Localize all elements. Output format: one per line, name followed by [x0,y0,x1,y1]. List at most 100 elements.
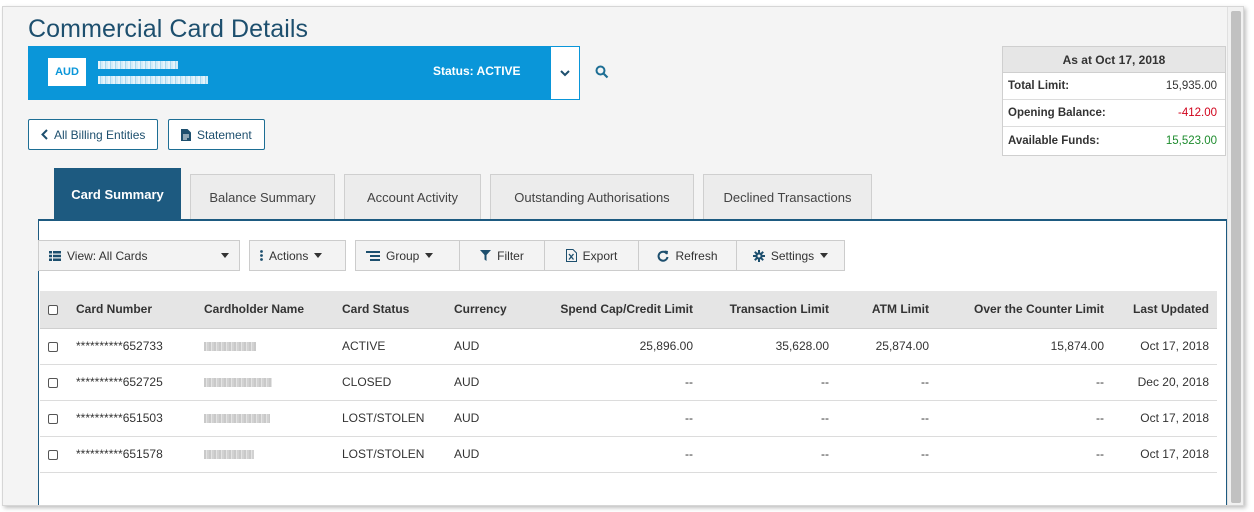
balance-summary-heading: As at Oct 17, 2018 [1003,47,1225,73]
masked-cardholder-name [204,414,270,424]
filter-button[interactable]: Filter [459,240,545,271]
account-status: Status: ACTIVE [433,64,521,78]
total-limit-value: 15,935.00 [1165,80,1217,92]
column-header-spend-cap[interactable]: Spend Cap/Credit Limit [524,291,701,329]
detail-tabs: Card Summary Balance Summary Account Act… [54,168,881,220]
view-select[interactable]: View: All Cards [38,240,240,271]
cardholder-name-cell [196,436,334,472]
card-number-cell: **********651578 [76,447,163,461]
refresh-icon [658,250,669,262]
caret-down-icon [425,253,434,258]
chevron-down-icon [560,69,570,76]
transaction-limit-cell: -- [821,447,829,461]
card-status-cell: ACTIVE [342,339,386,353]
excel-file-icon [565,249,577,262]
group-button[interactable]: Group [355,240,460,271]
card-status-cell: LOST/STOLEN [342,447,425,461]
page-title: Commercial Card Details [28,15,309,43]
filter-icon [480,250,492,261]
caret-down-icon [221,253,229,258]
filter-label: Filter [497,248,524,263]
account-dropdown-toggle[interactable] [550,46,580,100]
group-icon [366,250,380,261]
all-billing-entities-button[interactable]: All Billing Entities [28,119,159,150]
available-funds-row: Available Funds: 15,523.00 [1003,127,1225,154]
select-all-cell [40,291,68,329]
masked-account-number [98,76,208,84]
table-row[interactable]: **********651503 LOST/STOLEN AUD -- -- -… [40,400,1217,436]
document-icon [181,128,191,141]
card-status-cell: CLOSED [342,375,392,389]
row-select-cell [40,400,68,436]
export-button[interactable]: Export [544,240,639,271]
otc-limit-cell: -- [1096,375,1104,389]
tab-card-summary[interactable]: Card Summary [54,168,181,220]
opening-balance-row: Opening Balance: -412.00 [1003,100,1225,127]
row-select-cell [40,436,68,472]
masked-cardholder-name [204,342,256,352]
masked-cardholder-name [204,378,272,388]
table-header-row: Card Number Cardholder Name Card Status … [40,291,1217,329]
cards-table: Card Number Cardholder Name Card Status … [40,291,1217,473]
masked-cardholder-name [204,450,254,460]
card-number-cell: **********651503 [76,411,163,425]
statement-button[interactable]: Statement [168,119,265,150]
column-header-otc-limit[interactable]: Over the Counter Limit [937,291,1112,329]
column-header-card-status[interactable]: Card Status [334,291,446,329]
otc-limit-cell: -- [1096,447,1104,461]
row-checkbox[interactable] [48,413,58,424]
balance-summary-box: As at Oct 17, 2018 Total Limit: 15,935.0… [1002,46,1226,156]
row-checkbox[interactable] [48,449,58,460]
spend-cap-cell: -- [685,447,693,461]
atm-limit-cell: 25,874.00 [875,339,929,353]
last-updated-cell: Oct 17, 2018 [1140,339,1209,353]
row-select-cell [40,364,68,400]
column-header-atm-limit[interactable]: ATM Limit [837,291,937,329]
actions-menu-button[interactable]: Actions [249,240,346,271]
atm-limit-cell: -- [921,375,929,389]
row-checkbox[interactable] [48,341,58,352]
table-row[interactable]: **********651578 LOST/STOLEN AUD -- -- -… [40,436,1217,472]
settings-button[interactable]: Settings [736,240,845,271]
column-header-cardholder-name[interactable]: Cardholder Name [196,291,334,329]
column-header-currency[interactable]: Currency [446,291,524,329]
column-header-transaction-limit[interactable]: Transaction Limit [701,291,837,329]
card-number-cell: **********652725 [76,375,163,389]
atm-limit-cell: -- [921,411,929,425]
row-checkbox[interactable] [48,377,58,388]
total-limit-label: Total Limit: [1008,80,1070,92]
cardholder-name-cell [196,328,334,364]
tab-balance-summary[interactable]: Balance Summary [190,174,335,220]
caret-down-icon [820,253,829,258]
tab-outstanding-authorisations[interactable]: Outstanding Authorisations [490,174,694,220]
table-row[interactable]: **********652725 CLOSED AUD -- -- -- -- … [40,364,1217,400]
currency-cell: AUD [454,375,480,389]
tab-account-activity[interactable]: Account Activity [344,174,481,220]
column-header-card-number[interactable]: Card Number [68,291,196,329]
vertical-ellipsis-icon [260,250,263,261]
currency-cell: AUD [454,447,480,461]
table-row[interactable]: **********652733 ACTIVE AUD 25,896.00 35… [40,328,1217,364]
last-updated-cell: Oct 17, 2018 [1140,447,1209,461]
card-status-cell: LOST/STOLEN [342,411,425,425]
transaction-limit-cell: -- [821,411,829,425]
tab-declined-transactions[interactable]: Declined Transactions [703,174,872,220]
total-limit-row: Total Limit: 15,935.00 [1003,73,1225,100]
all-billing-entities-label: All Billing Entities [54,127,146,142]
select-all-checkbox[interactable] [48,305,58,316]
currency-cell: AUD [454,411,480,425]
refresh-button[interactable]: Refresh [638,240,737,271]
list-view-icon [49,250,61,261]
scrollbar-thumb[interactable] [1231,11,1241,503]
chevron-left-icon [41,129,48,140]
account-selector[interactable]: AUD Status: ACTIVE [28,46,550,100]
available-funds-value: 15,523.00 [1165,134,1217,147]
column-header-last-updated[interactable]: Last Updated [1112,291,1217,329]
currency-cell: AUD [454,339,480,353]
cardholder-name-cell [196,400,334,436]
available-funds-label: Available Funds: [1008,134,1100,147]
last-updated-cell: Dec 20, 2018 [1137,375,1209,389]
last-updated-cell: Oct 17, 2018 [1140,411,1209,425]
search-icon[interactable] [595,65,609,79]
otc-limit-cell: 15,874.00 [1050,339,1104,353]
